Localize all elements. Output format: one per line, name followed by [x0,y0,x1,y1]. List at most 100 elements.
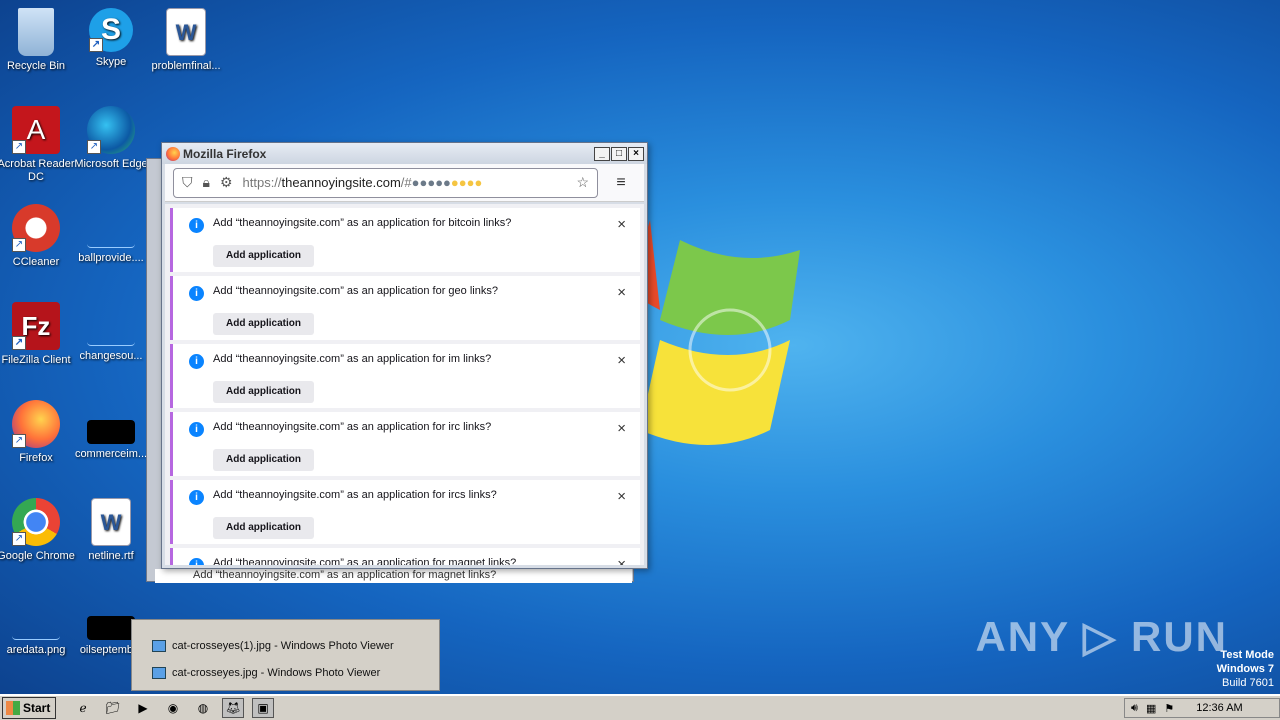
thumbnail-item[interactable]: cat-crosseyes.jpg - Windows Photo Viewer [152,665,380,681]
close-icon[interactable]: × [617,556,626,565]
desktop-icon-label: aredata.png [6,644,66,656]
titlebar[interactable]: Mozilla Firefox _ □ × [162,143,647,164]
shortcut-arrow-icon: ↗ [89,38,103,52]
bookmark-star-icon[interactable]: ☆ [576,174,589,191]
skype-icon: S ↗ [89,8,133,52]
permissions-icon[interactable]: ⚙ [220,174,233,191]
notification-bar: i Add “theannoyingsite.com” as an applic… [170,480,640,544]
shortcut-arrow-icon: ↗ [12,336,26,350]
desktop-icon-label: Acrobat Reader DC [0,158,75,183]
shortcut-arrow-icon: ↗ [12,238,26,252]
close-icon[interactable]: × [617,488,626,505]
add-application-button[interactable]: Add application [213,517,314,539]
taskbar: Start ℯ 📁︎ ▶ ◉ ◍ 🦊︎ ▣ 🔊︎ ▦ ⚑ 12:36 AM [0,694,1280,720]
desktop-icon-label: problemfinal... [151,60,221,72]
add-application-button[interactable]: Add application [213,245,314,267]
shortcut-arrow-icon: ↗ [12,140,26,154]
image-icon [12,596,60,640]
desktop-icon-chrome[interactable]: ↗ Google Chrome [0,498,75,563]
info-icon: i [189,558,204,565]
ie-icon[interactable]: ℯ [72,698,94,718]
shield-icon[interactable]: ⛉ [182,174,193,191]
explorer-icon[interactable]: 📁︎ [102,698,124,718]
action-center-flag-icon[interactable]: ⚑ [1164,702,1174,715]
clock[interactable]: 12:36 AM [1196,702,1242,714]
firefox-window[interactable]: Mozilla Firefox _ □ × ⛉ 🔒︎ ⚙ https://the… [161,142,648,569]
lock-icon[interactable]: 🔒︎ [203,174,210,191]
desktop-icon-skype[interactable]: S ↗ Skype [72,8,150,69]
notification-message: Add “theannoyingsite.com” as an applicat… [213,421,492,433]
file-icon [87,204,135,248]
shortcut-arrow-icon: ↗ [87,140,101,154]
image-icon [87,420,135,444]
minimize-button[interactable]: _ [594,146,610,161]
chrome-icon: ↗ [12,498,60,546]
desktop-icon-aredata[interactable]: aredata.png [0,596,75,657]
notification-bar: i Add “theannoyingsite.com” as an applic… [170,208,640,272]
network-icon[interactable]: ▦ [1146,702,1156,715]
close-button[interactable]: × [628,146,644,161]
shortcut-arrow-icon: ↗ [12,434,26,448]
thumbnail-label: cat-crosseyes(1).jpg - Windows Photo Vie… [172,640,394,652]
close-icon[interactable]: × [617,284,626,301]
ccleaner-icon: ↗ [12,204,60,252]
desktop-icon-ccleaner[interactable]: ↗ CCleaner [0,204,75,269]
image-icon [87,616,135,640]
url-bar[interactable]: ⛉ 🔒︎ ⚙ https://theannoyingsite.com/#●●●●… [173,167,598,198]
maximize-button[interactable]: □ [611,146,627,161]
notification-bar: i Add “theannoyingsite.com” as an applic… [170,412,640,476]
close-icon[interactable]: × [617,352,626,369]
windows-version-line: Windows 7 [1216,663,1274,675]
desktop-icon-filezilla[interactable]: Fz ↗ FileZilla Client [0,302,75,367]
test-mode-text: Test Mode Windows 7 Build 7601 [1217,648,1274,690]
media-player-icon[interactable]: ▶ [132,698,154,718]
firefox-taskbar-icon[interactable]: 🦊︎ [222,698,244,718]
desktop-icon-label: CCleaner [12,256,60,268]
edge-icon[interactable]: ◍ [192,698,214,718]
windows-flag-icon [6,701,20,715]
background-notification: Add “theannoyingsite.com” as an applicat… [155,569,632,583]
system-tray: 🔊︎ ▦ ⚑ 12:36 AM [1124,698,1280,718]
desktop-icon-recycle-bin[interactable]: Recycle Bin [0,8,75,73]
desktop-icon-commerceim[interactable]: commerceim... [72,400,150,461]
url-text[interactable]: https://theannoyingsite.com/#●●●●●●●●● [243,175,567,190]
info-icon: i [189,286,204,301]
desktop-icon-problemfinal[interactable]: W problemfinal... [147,8,225,73]
add-application-button[interactable]: Add application [213,313,314,335]
recycle-bin-icon [18,8,54,56]
close-icon[interactable]: × [617,216,626,233]
desktop-icon-edge[interactable]: ↗ Microsoft Edge [72,106,150,171]
desktop-icon-changesou[interactable]: changesou... [72,302,150,363]
info-icon: i [189,354,204,369]
desktop-icon-ballprovide[interactable]: ballprovide.... [72,204,150,265]
desktop-icon-netline[interactable]: W netline.rtf [72,498,150,563]
windows-logo-wallpaper [630,220,800,445]
photo-viewer-taskbar-icon[interactable]: ▣ [252,698,274,718]
desktop-icon-acrobat[interactable]: A ↗ Acrobat Reader DC [0,106,75,184]
add-application-button[interactable]: Add application [213,381,314,403]
anyrun-watermark: ANY ▷ RUN [975,613,1228,660]
notification-message: Add “theannoyingsite.com” as an applicat… [213,217,512,229]
photo-viewer-icon [152,640,166,652]
thumbnail-label: cat-crosseyes.jpg - Windows Photo Viewer [172,667,381,679]
navigation-bar: ⛉ 🔒︎ ⚙ https://theannoyingsite.com/#●●●●… [165,164,644,202]
start-button[interactable]: Start [2,697,56,719]
desktop-icon-label: netline.rtf [88,550,134,562]
build-line: Build 7601 [1222,677,1274,689]
add-application-button[interactable]: Add application [213,449,314,471]
thumbnail-item[interactable]: cat-crosseyes(1).jpg - Windows Photo Vie… [152,638,394,654]
desktop-icon-firefox[interactable]: ↗ Firefox [0,400,75,465]
hamburger-menu-icon[interactable]: ≡ [606,174,636,192]
desktop-icon-label: Skype [95,56,127,68]
word-doc-icon: W [91,498,131,546]
close-icon[interactable]: × [617,420,626,437]
desktop-icon-label: changesou... [79,350,143,362]
desktop-icon-label: Microsoft Edge [74,158,148,170]
desktop-icon-label: Google Chrome [0,550,75,562]
chrome-icon[interactable]: ◉ [162,698,184,718]
file-icon [87,302,135,346]
info-icon: i [189,422,204,437]
notification-message: Add “theannoyingsite.com” as an applicat… [213,489,497,501]
volume-icon[interactable]: 🔊︎ [1131,702,1138,715]
notification-message: Add “theannoyingsite.com” as an applicat… [213,353,492,365]
